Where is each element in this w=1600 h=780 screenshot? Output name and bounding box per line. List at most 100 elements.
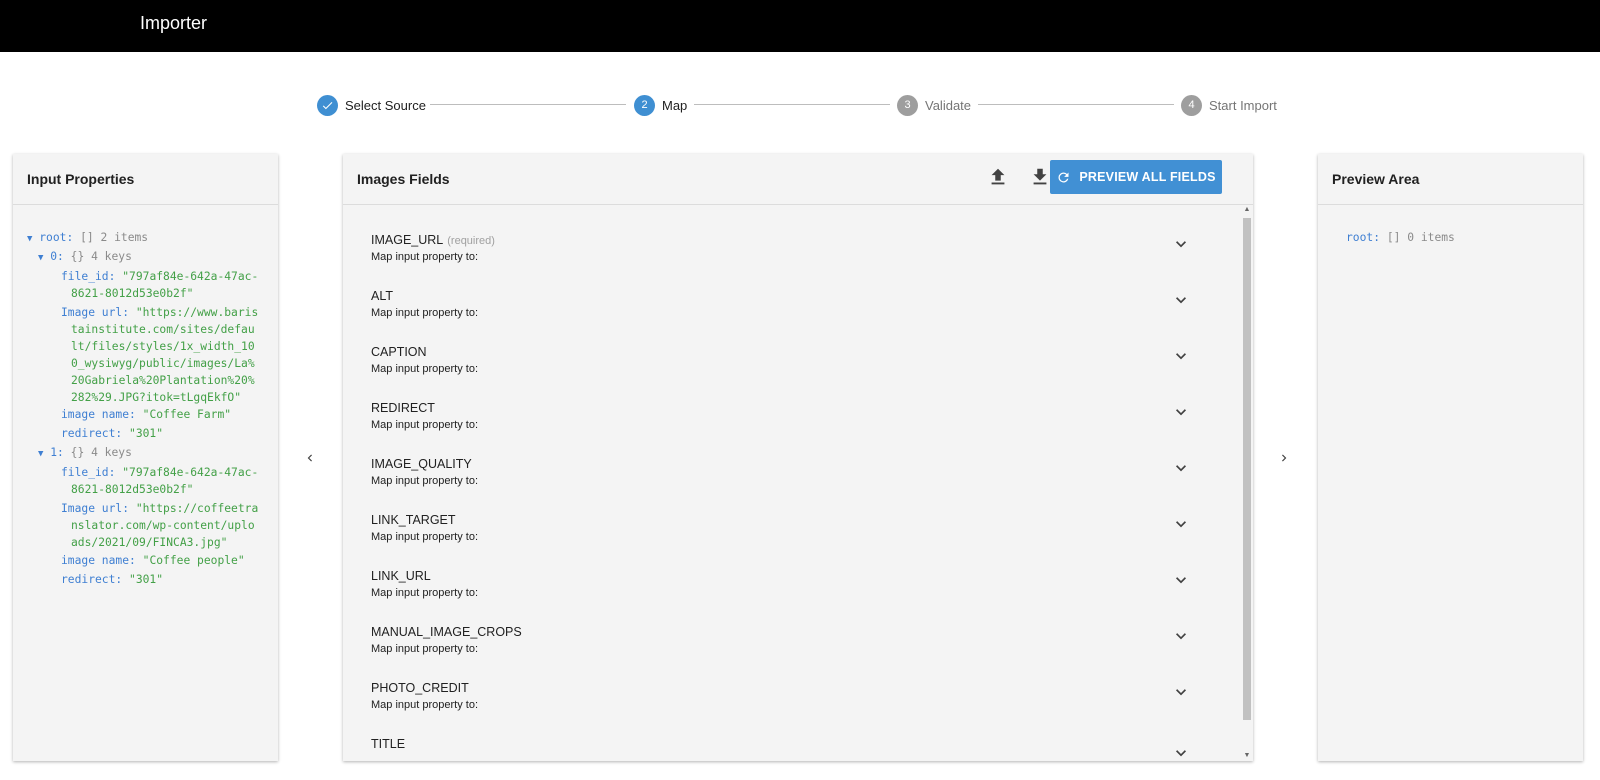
step-number: 4 <box>1181 94 1202 116</box>
field-image-quality[interactable]: IMAGE_QUALITY Map input property to: <box>343 457 1223 513</box>
collapse-triangle-icon[interactable]: ▼ <box>27 234 32 244</box>
scroll-up-arrow-icon[interactable]: ▲ <box>1243 206 1251 214</box>
step-label: Validate <box>925 97 972 113</box>
chevron-down-icon[interactable] <box>1171 346 1191 366</box>
refresh-icon <box>1058 171 1069 182</box>
field-link-target[interactable]: LINK_TARGET Map input property to: <box>343 513 1223 569</box>
download-icon[interactable] <box>1029 166 1051 188</box>
field-subtitle: Map input property to: <box>371 419 479 431</box>
field-subtitle: Map input property to: <box>371 307 479 319</box>
step-label: Map <box>662 97 688 113</box>
tree-prop-row: image name: "Coffee Farm" <box>61 408 232 421</box>
chevron-down-icon[interactable] <box>1171 682 1191 702</box>
tree-prop-row: image name: "Coffee people" <box>61 554 245 567</box>
tree-prop-cont: 282%29.JPG?itok=tLgqEkfO" <box>71 391 242 404</box>
tree-root-row: root: [] 0 items <box>1346 231 1455 244</box>
preview-all-fields-button[interactable]: PREVIEW ALL FIELDS <box>1050 160 1222 194</box>
field-manual-image-crops[interactable]: MANUAL_IMAGE_CROPS Map input property to… <box>343 625 1223 681</box>
field-subtitle: Map input property to: <box>371 699 479 711</box>
tree-prop-cont: 8621-8012d53e0b2f" <box>71 483 194 496</box>
app-title: Importer <box>140 13 208 33</box>
field-name: IMAGE_QUALITY <box>371 457 472 471</box>
step-select-source[interactable]: Select Source <box>317 94 426 116</box>
field-name: ALT <box>371 289 393 303</box>
tree-item-row[interactable]: ▼ 0: {} 4 keys <box>38 248 132 267</box>
field-photo-credit[interactable]: PHOTO_CREDIT Map input property to: <box>343 681 1223 737</box>
chevron-left-icon[interactable] <box>300 448 320 468</box>
tree-prop-cont: ads/2021/09/FINCA3.jpg" <box>71 536 228 549</box>
field-link-url[interactable]: LINK_URL Map input property to: <box>343 569 1223 625</box>
tree-prop-row: file_id: "797af84e-642a-47ac- <box>61 270 259 283</box>
step-validate[interactable]: 3 Validate <box>897 94 971 116</box>
check-icon <box>317 94 338 116</box>
field-caption[interactable]: CAPTION Map input property to: <box>343 345 1223 401</box>
required-label: (required) <box>447 235 495 247</box>
panel-header: Images Fields PREVIEW ALL FIELDS <box>343 154 1253 205</box>
field-subtitle: Map input property to: <box>371 531 479 543</box>
step-start-import[interactable]: 4 Start Import <box>1181 94 1277 116</box>
field-subtitle: Map input property to: <box>371 363 479 375</box>
field-alt[interactable]: ALT Map input property to: <box>343 289 1223 345</box>
input-properties-panel: Input Properties ▼ root: [] 2 items ▼ 0:… <box>13 154 278 761</box>
tree-prop-cont: 8621-8012d53e0b2f" <box>71 287 194 300</box>
preview-area-panel: Preview Area root: [] 0 items <box>1318 154 1583 761</box>
scrollbar-thumb[interactable] <box>1243 218 1251 720</box>
tree-prop-cont: lt/files/styles/1x_width_10 <box>71 340 255 353</box>
scroll-down-arrow-icon[interactable]: ▼ <box>1243 752 1251 760</box>
chevron-down-icon[interactable] <box>1171 514 1191 534</box>
app-bar: Importer <box>0 0 1600 52</box>
field-name: IMAGE_URL <box>371 233 444 247</box>
step-map[interactable]: 2 Map <box>634 94 687 116</box>
tree-prop-row: Image url: "https://coffeetra <box>61 502 259 515</box>
import-stepper: Select Source 2 Map 3 Validate 4 Start I… <box>0 94 1600 116</box>
field-subtitle: Map input property to: <box>371 251 479 263</box>
images-fields-panel: Images Fields PREVIEW ALL FIELDS IMAGE_U… <box>343 154 1253 761</box>
step-label: Start Import <box>1209 97 1277 113</box>
field-name: TITLE <box>371 737 406 751</box>
tree-prop-cont: nslator.com/wp-content/uplo <box>71 519 255 532</box>
tree-prop-cont: 20Gabriela%20Plantation%20% <box>71 374 255 387</box>
field-subtitle: Map input property to: <box>371 475 479 487</box>
tree-prop-cont: 0_wysiwyg/public/images/La% <box>71 357 255 370</box>
tree-prop-cont: tainstitute.com/sites/defau <box>71 323 255 336</box>
field-title[interactable]: TITLE <box>343 737 1223 761</box>
chevron-down-icon[interactable] <box>1171 234 1191 254</box>
tree-item-row[interactable]: ▼ 1: {} 4 keys <box>38 444 132 463</box>
field-name: MANUAL_IMAGE_CROPS <box>371 625 522 639</box>
chevron-down-icon[interactable] <box>1171 458 1191 478</box>
field-subtitle: Map input property to: <box>371 643 479 655</box>
fields-scrollbar[interactable]: ▲ ▼ <box>1240 206 1252 761</box>
field-name: REDIRECT <box>371 401 435 415</box>
fields-list: IMAGE_URL (required) Map input property t… <box>343 206 1238 761</box>
preview-button-label: PREVIEW ALL FIELDS <box>1079 170 1216 184</box>
step-label: Select Source <box>345 97 426 113</box>
tree-prop-row: Image url: "https://www.baris <box>61 306 259 319</box>
panel-title: Images Fields <box>357 171 450 187</box>
field-name: LINK_URL <box>371 569 431 583</box>
panel-title: Preview Area <box>1318 154 1583 205</box>
chevron-right-icon[interactable] <box>1274 448 1294 468</box>
field-name: CAPTION <box>371 345 427 359</box>
collapse-triangle-icon[interactable]: ▼ <box>38 253 43 263</box>
field-image-url[interactable]: IMAGE_URL (required) Map input property t… <box>343 233 1223 289</box>
tree-prop-row: redirect: "301" <box>61 573 164 586</box>
tree-root-row[interactable]: ▼ root: [] 2 items <box>27 229 148 248</box>
field-name: LINK_TARGET <box>371 513 456 527</box>
chevron-down-icon[interactable] <box>1171 743 1191 761</box>
upload-icon[interactable] <box>987 166 1009 188</box>
collapse-triangle-icon[interactable]: ▼ <box>38 449 43 459</box>
field-name: PHOTO_CREDIT <box>371 681 469 695</box>
tree-prop-row: redirect: "301" <box>61 427 164 440</box>
step-number: 2 <box>634 94 655 116</box>
step-number: 3 <box>897 94 918 116</box>
step-connector <box>978 104 1174 105</box>
step-connector <box>694 104 890 105</box>
tree-prop-row: file_id: "797af84e-642a-47ac- <box>61 466 259 479</box>
panel-title: Input Properties <box>13 154 278 205</box>
step-connector <box>430 104 626 105</box>
chevron-down-icon[interactable] <box>1171 290 1191 310</box>
chevron-down-icon[interactable] <box>1171 570 1191 590</box>
chevron-down-icon[interactable] <box>1171 626 1191 646</box>
chevron-down-icon[interactable] <box>1171 402 1191 422</box>
field-redirect[interactable]: REDIRECT Map input property to: <box>343 401 1223 457</box>
